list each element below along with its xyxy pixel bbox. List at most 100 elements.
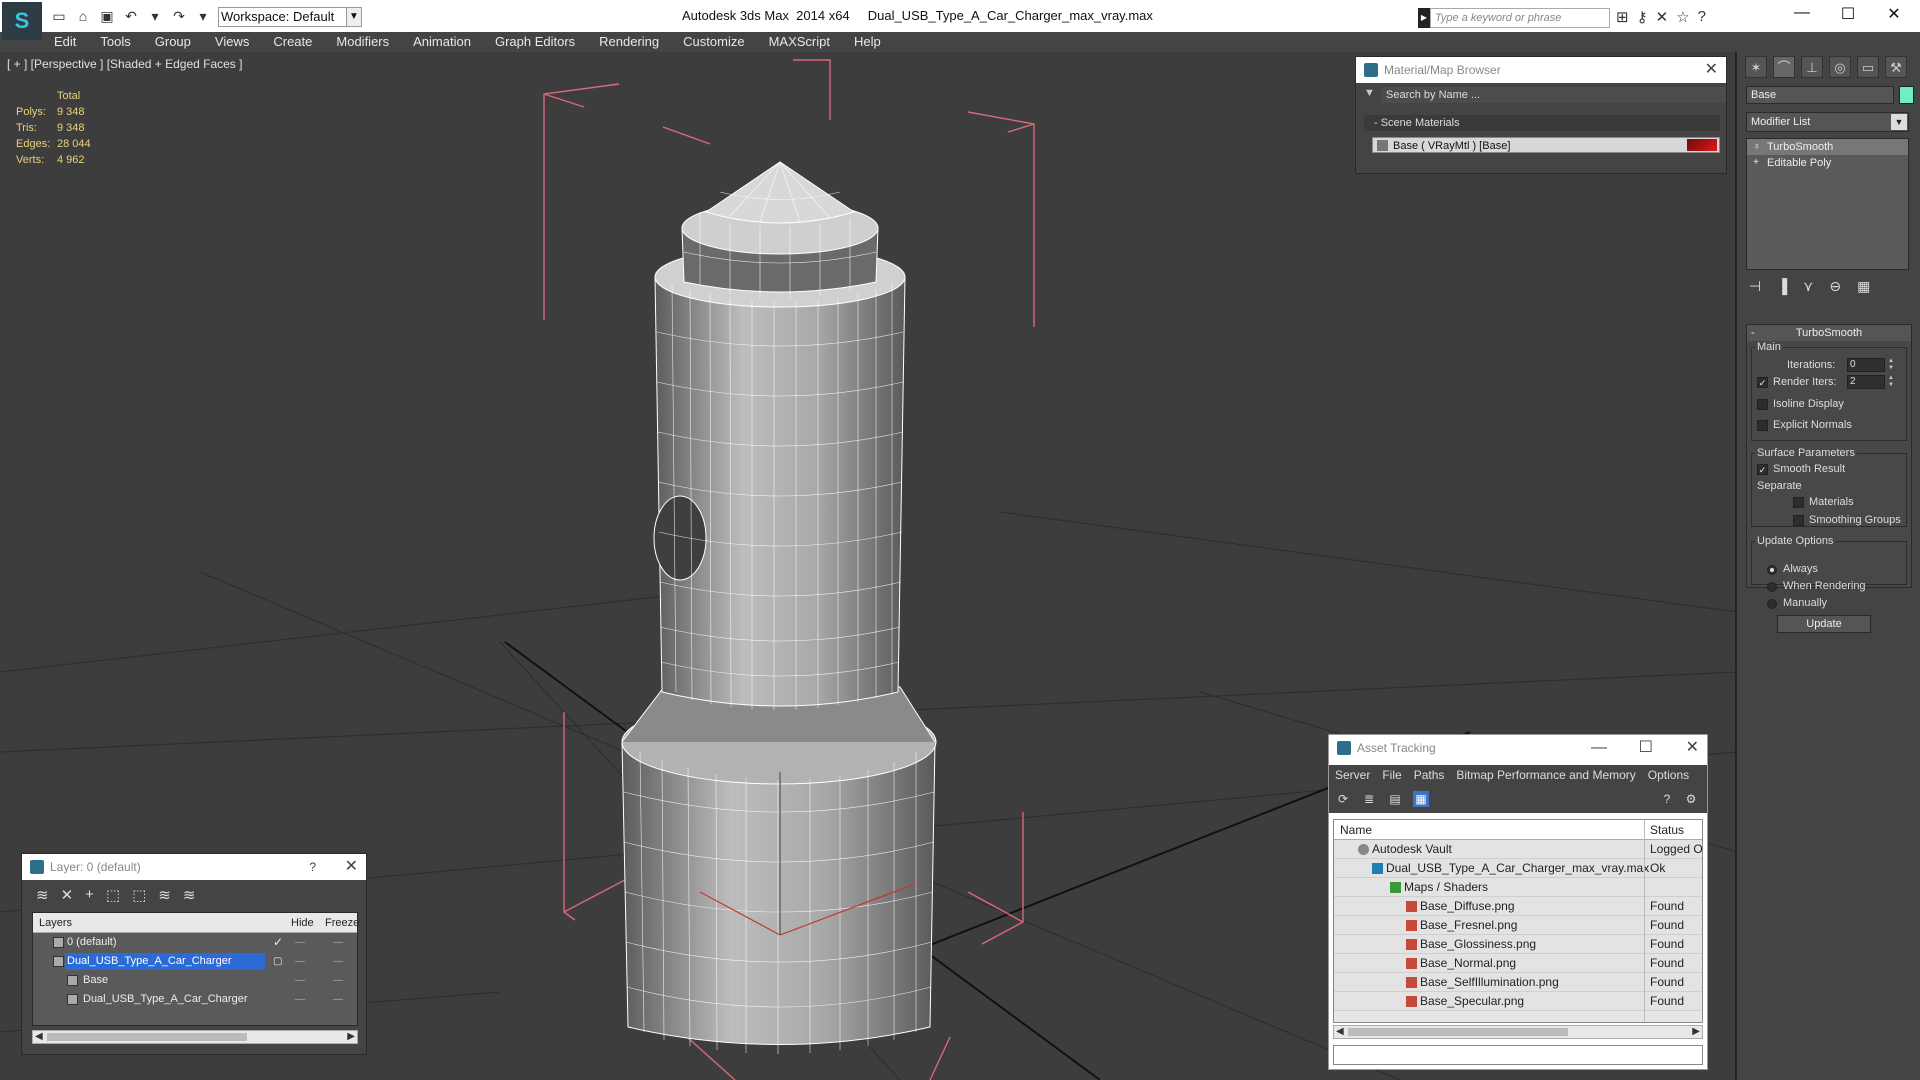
communication-icon[interactable]: ✕	[1656, 8, 1669, 26]
layer-horizontal-scrollbar[interactable]: ◀ ▶	[32, 1030, 358, 1044]
undo-icon[interactable]: ↶	[122, 8, 140, 24]
smooth-result-checkbox[interactable]: ✓	[1757, 464, 1768, 475]
table-view-icon[interactable]: ▦	[1413, 791, 1429, 807]
layer-row[interactable]: Dual_USB_Type_A_Car_Charger ▢ — —	[33, 952, 357, 971]
scroll-left-icon[interactable]: ◀	[1336, 1026, 1344, 1038]
thumbnail-view-icon[interactable]: ▤	[1387, 791, 1403, 807]
car-charger-model[interactable]	[621, 161, 937, 1054]
delete-layer-icon[interactable]: ✕	[61, 886, 74, 904]
menu-create[interactable]: Create	[261, 32, 324, 52]
layer-row[interactable]: Dual_USB_Type_A_Car_Charger — —	[33, 990, 357, 1009]
hierarchy-tab-icon[interactable]: ⊥	[1801, 56, 1823, 78]
freeze-toggle[interactable]: —	[333, 990, 343, 1009]
menu-maxscript[interactable]: MAXScript	[757, 32, 842, 52]
hide-all-layers-icon[interactable]: ≋	[158, 886, 171, 904]
rollout-header[interactable]: - TurboSmooth	[1747, 325, 1911, 341]
hide-toggle[interactable]: —	[295, 933, 305, 952]
modifier-list-dropdown[interactable]: Modifier List ▼	[1746, 112, 1909, 132]
freeze-toggle[interactable]: —	[333, 952, 343, 971]
asset-row[interactable]: Base_SelfIllumination.png Found	[1334, 973, 1702, 992]
menu-animation[interactable]: Animation	[401, 32, 483, 52]
app-menu-icon[interactable]: S	[2, 2, 42, 40]
configure-modifier-sets-icon[interactable]: ▦	[1857, 278, 1870, 295]
add-to-layer-icon[interactable]: +	[85, 886, 94, 904]
column-divider[interactable]	[1644, 820, 1645, 1022]
select-objects-icon[interactable]: ⬚	[106, 886, 120, 904]
hide-toggle[interactable]: —	[295, 971, 305, 990]
menu-paths[interactable]: Paths	[1408, 765, 1451, 785]
maximize-button[interactable]: ☐	[1838, 4, 1858, 24]
material-item-base[interactable]: Base ( VRayMtl ) [Base]	[1372, 137, 1720, 153]
scene-materials-header[interactable]: - Scene Materials	[1364, 115, 1720, 131]
asset-row[interactable]: Maps / Shaders	[1334, 878, 1702, 897]
menu-group[interactable]: Group	[143, 32, 203, 52]
separate-smoothing-groups-checkbox[interactable]	[1793, 515, 1804, 526]
menu-customize[interactable]: Customize	[671, 32, 756, 52]
iterations-spinner[interactable]: 0	[1847, 358, 1885, 372]
menu-graph-editors[interactable]: Graph Editors	[483, 32, 587, 52]
menu-views[interactable]: Views	[203, 32, 261, 52]
isoline-display-checkbox[interactable]	[1757, 399, 1768, 410]
remove-modifier-icon[interactable]: ⊖	[1829, 278, 1841, 295]
close-icon[interactable]: ✕	[1686, 735, 1699, 761]
col-freeze[interactable]: Freeze	[325, 913, 359, 933]
open-file-icon[interactable]: ⌂	[74, 8, 92, 24]
col-status[interactable]: Status	[1650, 820, 1684, 840]
menu-tools[interactable]: Tools	[88, 32, 142, 52]
asset-row[interactable]: Base_Glossiness.png Found	[1334, 935, 1702, 954]
update-button[interactable]: Update	[1777, 615, 1871, 633]
search-expand-icon[interactable]: ▶	[1418, 8, 1430, 28]
help-icon[interactable]: ?	[1659, 791, 1675, 807]
col-name[interactable]: Name	[1340, 820, 1372, 840]
current-layer-check-icon[interactable]: ✓	[273, 933, 283, 952]
create-tab-icon[interactable]: ✶	[1745, 56, 1767, 78]
show-end-result-icon[interactable]: ▐	[1777, 278, 1787, 295]
menu-bitmap-performance[interactable]: Bitmap Performance and Memory	[1450, 765, 1641, 785]
freeze-toggle[interactable]: —	[333, 971, 343, 990]
menu-options[interactable]: Options	[1642, 765, 1695, 785]
render-iters-spinner[interactable]: 2	[1847, 375, 1885, 389]
undo-dropdown-icon[interactable]: ▾	[146, 8, 164, 24]
menu-modifiers[interactable]: Modifiers	[324, 32, 401, 52]
spinner-arrows-icon[interactable]: ▲ ▼	[1887, 358, 1895, 372]
lightbulb-icon[interactable]: ♁	[1753, 139, 1761, 155]
binoculars-icon[interactable]: ⊞	[1616, 8, 1629, 26]
pin-stack-icon[interactable]: ⊣	[1749, 278, 1761, 295]
redo-dropdown-icon[interactable]: ▾	[194, 8, 212, 24]
update-when-rendering-radio[interactable]	[1767, 582, 1777, 592]
update-always-radio[interactable]	[1767, 565, 1777, 575]
scrollbar-thumb[interactable]	[47, 1033, 247, 1041]
list-view-icon[interactable]: ≣	[1361, 791, 1377, 807]
asset-row[interactable]: Dual_USB_Type_A_Car_Charger_max_vray.max…	[1334, 859, 1702, 878]
close-icon[interactable]: ✕	[1705, 57, 1718, 83]
spinner-arrows-icon[interactable]: ▲ ▼	[1887, 375, 1895, 389]
asset-row[interactable]: Base_Normal.png Found	[1334, 954, 1702, 973]
asset-row[interactable]: Autodesk Vault Logged Ou	[1334, 840, 1702, 859]
workspace-selector[interactable]: Workspace: Default	[218, 7, 362, 27]
modify-tab-icon[interactable]: ⌒	[1773, 56, 1795, 78]
material-browser-titlebar[interactable]: Material/Map Browser ✕	[1356, 57, 1726, 83]
menu-edit[interactable]: Edit	[42, 32, 88, 52]
key-icon[interactable]: ⚷	[1637, 8, 1648, 26]
minimize-button[interactable]: —	[1792, 4, 1812, 22]
menu-rendering[interactable]: Rendering	[587, 32, 671, 52]
minimize-icon[interactable]: —	[1591, 735, 1607, 761]
freeze-all-layers-icon[interactable]: ≋	[183, 886, 196, 904]
separate-materials-checkbox[interactable]	[1793, 497, 1804, 508]
asset-row[interactable]: Base_Diffuse.png Found	[1334, 897, 1702, 916]
update-manually-radio[interactable]	[1767, 599, 1777, 609]
new-file-icon[interactable]: ▭	[50, 8, 68, 24]
freeze-toggle[interactable]: —	[333, 933, 343, 952]
layer-name[interactable]: 0 (default)	[65, 934, 119, 951]
filter-icon[interactable]: ▼	[1364, 87, 1375, 99]
display-tab-icon[interactable]: ▭	[1857, 56, 1879, 78]
expand-plus-icon[interactable]: +	[1753, 155, 1759, 171]
material-search-input[interactable]: Search by Name ...	[1382, 87, 1726, 103]
settings-icon[interactable]: ⚙	[1683, 791, 1699, 807]
col-hide[interactable]: Hide	[291, 913, 314, 933]
redo-icon[interactable]: ↷	[170, 8, 188, 24]
asset-tracking-titlebar[interactable]: Asset Tracking — ☐ ✕	[1329, 735, 1707, 761]
scroll-right-icon[interactable]: ▶	[347, 1031, 355, 1043]
highlight-layer-icon[interactable]: ⬚	[132, 886, 146, 904]
close-icon[interactable]: ✕	[345, 854, 358, 880]
